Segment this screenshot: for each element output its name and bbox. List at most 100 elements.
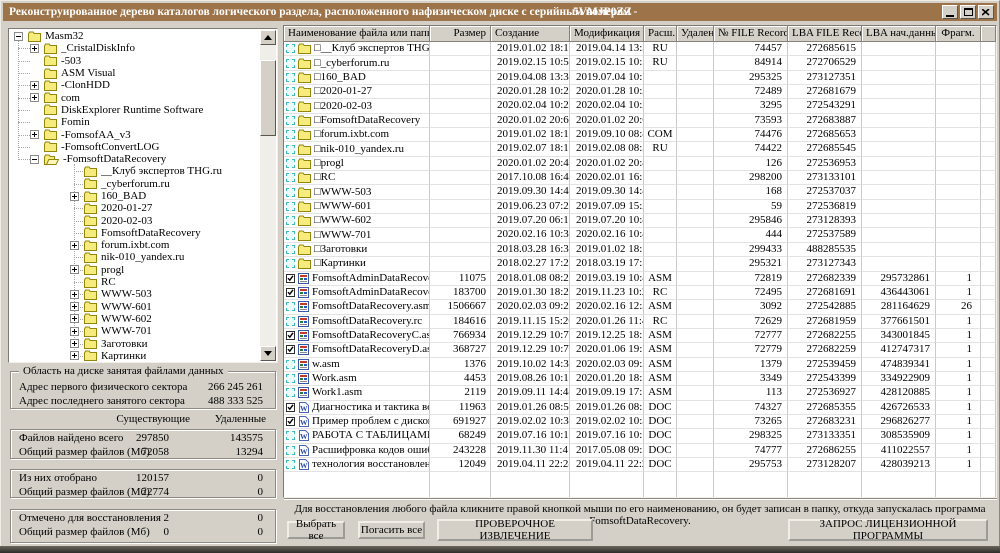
tree-item[interactable]: Masm32 (10, 30, 260, 42)
table-row[interactable]: □2020-01-272020.01.28 10:232020.01.28 10… (284, 85, 996, 99)
checkbox-unchecked[interactable] (286, 431, 295, 440)
table-row[interactable]: □Заготовки2018.03.28 16:352019.01.02 18:… (284, 243, 996, 257)
column-header[interactable]: Фрагм. (936, 26, 981, 42)
checkbox-unchecked[interactable] (286, 73, 295, 82)
tree-item[interactable]: -FomsoftDataRecovery (10, 153, 260, 165)
checkbox-unchecked[interactable] (286, 302, 295, 311)
table-row[interactable]: □progl2020.01.02 20:422020.01.02 20:4212… (284, 157, 996, 171)
tree-item[interactable]: 2020-02-03 (10, 214, 260, 226)
expand-plus-icon[interactable] (70, 192, 79, 201)
table-row[interactable]: □nik-010_yandex.ru2019.02.07 18:132019.0… (284, 142, 996, 156)
checkbox-unchecked[interactable] (286, 460, 295, 469)
scroll-down-button[interactable] (260, 346, 276, 361)
column-header[interactable]: Модификация (570, 26, 644, 42)
checkbox-unchecked[interactable] (286, 317, 295, 326)
tree-item[interactable]: -FomsofAA_v3 (10, 128, 260, 140)
tree-item[interactable]: forum.ixbt.com (10, 239, 260, 251)
checkbox-unchecked[interactable] (286, 44, 295, 53)
column-header[interactable]: Размер (430, 26, 491, 42)
test-extraction-button[interactable]: ПРОВЕРОЧНОЕ ИЗВЛЕЧЕНИЕ (437, 519, 593, 541)
tree-item[interactable]: WWW-601 (10, 301, 260, 313)
table-row[interactable]: Work1.asm21192019.09.11 14:482019.09.19 … (284, 386, 996, 400)
table-row[interactable]: FomsoftAdminDataRecovery.rc1837002019.01… (284, 286, 996, 300)
checkbox-unchecked[interactable] (286, 202, 295, 211)
checkbox-unchecked[interactable] (286, 259, 295, 268)
table-row[interactable]: □__Клуб экспертов THG.ru2019.01.02 18:15… (284, 42, 996, 56)
tree-item[interactable]: ASM Visual (10, 67, 260, 79)
tree-item[interactable]: WWW-701 (10, 325, 260, 337)
checkbox-checked[interactable] (286, 403, 295, 412)
table-row[interactable]: □WWW-6012019.06.23 07:262019.07.09 15:27… (284, 200, 996, 214)
table-row[interactable]: Wтехнология восстановления дан...1204920… (284, 458, 996, 472)
expand-plus-icon[interactable] (70, 351, 79, 360)
checkbox-checked[interactable] (286, 345, 295, 354)
table-row[interactable]: □_cyberforum.ru2019.02.15 10:532019.02.1… (284, 56, 996, 70)
table-row[interactable]: WРасшифровка кодов ошибок Ge...243228201… (284, 444, 996, 458)
close-button[interactable] (978, 5, 994, 19)
tree-item[interactable]: nik-010_yandex.ru (10, 251, 260, 263)
expand-plus-icon[interactable] (70, 290, 79, 299)
table-row[interactable]: Work.asm44532019.08.26 10:142020.01.20 1… (284, 372, 996, 386)
tree-item[interactable]: 160_BAD (10, 190, 260, 202)
tree-item[interactable]: DiskExplorer Runtime Software (10, 104, 260, 116)
column-header[interactable]: LBA FILE Record (788, 26, 862, 42)
tree-item[interactable]: -FomsoftConvertLOG (10, 141, 260, 153)
checkbox-checked[interactable] (286, 417, 295, 426)
checkbox-unchecked[interactable] (286, 102, 295, 111)
tree-item[interactable]: -503 (10, 55, 260, 67)
table-row[interactable]: □160_BAD2019.04.08 13:342019.07.04 10:17… (284, 71, 996, 85)
expand-plus-icon[interactable] (70, 302, 79, 311)
expand-plus-icon[interactable] (30, 44, 39, 53)
column-header[interactable]: Наименование файла или папки (284, 26, 430, 42)
column-header[interactable]: Расш. (644, 26, 677, 42)
checkbox-unchecked[interactable] (286, 360, 295, 369)
expand-plus-icon[interactable] (30, 81, 39, 90)
collapse-minus-icon[interactable] (14, 32, 23, 41)
tree-item[interactable]: -ClonHDD (10, 79, 260, 91)
minimize-button[interactable] (942, 5, 958, 19)
table-row[interactable]: □RC2017.10.08 16:462020.02.01 16:1229820… (284, 171, 996, 185)
tree-item[interactable]: RC (10, 276, 260, 288)
select-all-button[interactable]: Выбрать все (287, 521, 345, 539)
column-header[interactable] (981, 26, 996, 42)
checkbox-unchecked[interactable] (286, 130, 295, 139)
table-row[interactable]: WДиагностика и тактика восстан...1196320… (284, 401, 996, 415)
tree-item[interactable]: _CristalDiskInfo (10, 42, 260, 54)
checkbox-checked[interactable] (286, 288, 295, 297)
checkbox-unchecked[interactable] (286, 145, 295, 154)
table-row[interactable]: FomsoftDataRecoveryC.asm7669342019.12.29… (284, 329, 996, 343)
expand-plus-icon[interactable] (70, 241, 79, 250)
checkbox-unchecked[interactable] (286, 59, 295, 68)
maximize-button[interactable] (960, 5, 976, 19)
expand-plus-icon[interactable] (30, 93, 39, 102)
expand-plus-icon[interactable] (30, 130, 39, 139)
checkbox-unchecked[interactable] (286, 87, 295, 96)
scroll-up-button[interactable] (260, 30, 276, 45)
checkbox-checked[interactable] (286, 331, 295, 340)
table-row[interactable]: □FomsoftDataRecovery2020.01.02 20:62020.… (284, 114, 996, 128)
tree-item[interactable]: Заготовки (10, 337, 260, 349)
expand-plus-icon[interactable] (70, 327, 79, 336)
tree-item[interactable]: _cyberforum.ru (10, 178, 260, 190)
checkbox-unchecked[interactable] (286, 231, 295, 240)
column-header[interactable]: Создание (491, 26, 570, 42)
checkbox-unchecked[interactable] (286, 245, 295, 254)
checkbox-checked[interactable] (286, 274, 295, 283)
table-row[interactable]: FomsoftDataRecovery.rc1846162019.11.15 1… (284, 315, 996, 329)
expand-plus-icon[interactable] (70, 314, 79, 323)
tree-item[interactable]: Картинки (10, 350, 260, 361)
expand-plus-icon[interactable] (70, 339, 79, 348)
table-row[interactable]: □WWW-7012020.02.16 10:322020.02.16 10:41… (284, 228, 996, 242)
table-row[interactable]: WРАБОТА С ТАБЛИЦАМИ И С...682492019.07.1… (284, 429, 996, 443)
column-header[interactable]: LBA нач.данных (862, 26, 936, 42)
table-row[interactable]: □forum.ixbt.com2019.01.02 18:152019.09.1… (284, 128, 996, 142)
checkbox-unchecked[interactable] (286, 374, 295, 383)
tree-item[interactable]: 2020-01-27 (10, 202, 260, 214)
tree-item[interactable]: FomsoftDataRecovery (10, 227, 260, 239)
clear-all-button[interactable]: Погасить все (358, 521, 425, 539)
scroll-thumb[interactable] (260, 60, 276, 136)
checkbox-unchecked[interactable] (286, 388, 295, 397)
tree-item[interactable]: WWW-602 (10, 313, 260, 325)
tree-item[interactable]: __Клуб экспертов THG.ru (10, 165, 260, 177)
table-row[interactable]: □WWW-6022019.07.20 06:132019.07.20 10:82… (284, 214, 996, 228)
